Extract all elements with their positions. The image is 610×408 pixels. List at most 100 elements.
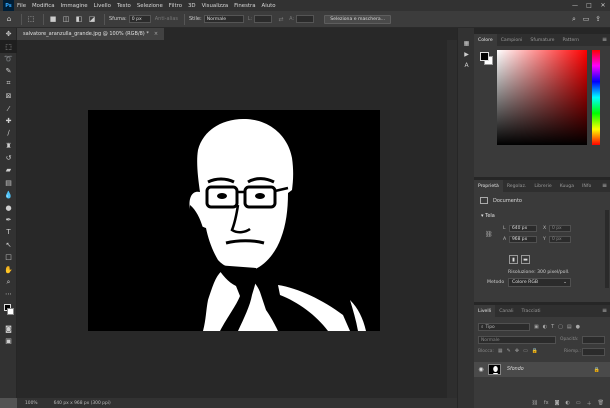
foreground-color-swatch[interactable] (480, 52, 489, 61)
pen-icon[interactable]: ✒ (0, 214, 17, 226)
menu-item-3d[interactable]: 3D (185, 3, 199, 9)
canvas-scrollbar[interactable] (447, 40, 457, 398)
intersect-selection-icon[interactable]: ◪ (87, 14, 97, 24)
visibility-eye-icon[interactable]: ◉ (474, 366, 488, 373)
fill-field[interactable] (582, 348, 605, 356)
tab-colore[interactable]: Colore (474, 34, 497, 46)
hand-icon[interactable]: ✋ (0, 263, 17, 275)
document-tab[interactable]: salvatore_aranzulla_grande.jpg @ 100% (R… (17, 28, 165, 40)
color-mode-select[interactable]: Colore RGB ⌄ (508, 278, 571, 287)
lock-all-icon[interactable]: 🔒 (532, 348, 538, 354)
marquee-icon[interactable]: ⬚ (0, 40, 17, 53)
menu-item-visualizza[interactable]: Visualizza (199, 3, 232, 9)
healing-icon[interactable]: ✚ (0, 115, 17, 127)
foreground-background-swatches[interactable] (480, 52, 494, 66)
add-mask-icon[interactable]: ◙ (555, 400, 560, 406)
filter-shape-icon[interactable]: ▢ (558, 324, 563, 330)
eraser-icon[interactable]: ▰ (0, 164, 17, 176)
actions-panel-icon[interactable]: ▶ (458, 49, 475, 60)
more-icon[interactable]: ⋯ (0, 288, 17, 300)
panel-menu-icon[interactable]: ≡ (602, 36, 607, 43)
type-icon[interactable]: T (0, 226, 17, 238)
filter-pixel-icon[interactable]: ▣ (534, 324, 539, 330)
new-group-icon[interactable]: ▭ (576, 400, 581, 406)
character-panel-icon[interactable]: A (458, 60, 475, 71)
tab-pattern[interactable]: Pattern (558, 34, 583, 46)
canvas-section[interactable]: ▾ Tela (481, 213, 495, 219)
rectangle-icon[interactable]: □ (0, 251, 17, 263)
filter-smart-icon[interactable]: ▤ (567, 324, 572, 330)
layer-kind-filter[interactable]: ⌕ Tipo (478, 323, 530, 331)
tab-sfumature[interactable]: Sfumature (526, 34, 558, 46)
panel-menu-icon[interactable]: ≡ (602, 182, 607, 189)
eyedropper-icon[interactable]: ⁄ (0, 102, 17, 114)
menu-item-testo[interactable]: Testo (114, 3, 134, 9)
tab-regolazioni[interactable]: Regolaz. (503, 180, 531, 192)
filter-type-icon[interactable]: T (551, 324, 554, 330)
link-icon[interactable]: ⛓ (485, 231, 493, 238)
close-window-button[interactable]: ✕ (596, 0, 610, 11)
lock-paint-icon[interactable]: ✎ (507, 348, 511, 354)
subtract-selection-icon[interactable]: ◧ (74, 14, 84, 24)
document-info[interactable]: 640 px x 968 px (300 ppi) (46, 401, 119, 406)
landscape-orientation-icon[interactable]: ▬ (521, 255, 530, 264)
layer-style-icon[interactable]: fx (544, 400, 549, 406)
tab-info[interactable]: INfo (578, 180, 595, 192)
quick-select-icon[interactable]: ✎ (0, 65, 17, 77)
zoom-level[interactable]: 100% (17, 401, 46, 406)
gradient-icon[interactable]: ▤ (0, 177, 17, 189)
adjustment-layer-icon[interactable]: ◐ (566, 400, 570, 406)
feather-input[interactable]: 0 px (128, 15, 151, 23)
blur-icon[interactable]: 💧 (0, 189, 17, 201)
tab-tracciati[interactable]: Tracciati (518, 305, 545, 317)
filter-toggle-icon[interactable]: ● (576, 324, 580, 330)
color-swatch-icon[interactable] (0, 301, 17, 323)
history-panel-icon[interactable]: ▦ (458, 38, 475, 49)
portrait-orientation-icon[interactable]: ▮ (509, 255, 518, 264)
menu-item-modifica[interactable]: Modifica (29, 3, 58, 9)
menu-item-immagine[interactable]: Immagine (58, 3, 91, 9)
search-icon[interactable]: ⌕ (569, 14, 579, 24)
menu-item-file[interactable]: File (14, 3, 29, 9)
tab-canali[interactable]: Canali (495, 305, 517, 317)
canvas-area[interactable] (17, 40, 447, 398)
lock-move-icon[interactable]: ✥ (515, 348, 519, 354)
antialias-checkbox[interactable]: Anti-alias (155, 16, 178, 22)
link-layers-icon[interactable]: ⛓ (532, 400, 538, 406)
tab-proprieta[interactable]: Proprietà (474, 180, 503, 192)
dodge-icon[interactable]: ● (0, 201, 17, 213)
lasso-icon[interactable]: ➰ (0, 53, 17, 65)
mask-icon[interactable]: ◙ (0, 323, 17, 335)
tab-campioni[interactable]: Campioni (497, 34, 527, 46)
close-tab-icon[interactable]: × (154, 31, 158, 37)
tab-librerie[interactable]: Librerie (530, 180, 555, 192)
document-canvas[interactable] (88, 110, 380, 331)
blend-mode-select[interactable]: Normale (478, 336, 556, 344)
history-brush-icon[interactable]: ↺ (0, 152, 17, 164)
move-icon[interactable]: ✥ (0, 28, 17, 40)
lock-artboard-icon[interactable]: ▭ (523, 348, 528, 354)
panel-menu-icon[interactable]: ≡ (602, 307, 607, 314)
style-select[interactable]: Normale (203, 15, 244, 23)
workspace-icon[interactable]: ▭ (581, 14, 591, 24)
tab-kuuga[interactable]: Kuuga (556, 180, 578, 192)
brush-icon[interactable]: ∕ (0, 127, 17, 139)
menu-item-filtro[interactable]: Filtro (166, 3, 185, 9)
menu-item-aiuto[interactable]: Aiuto (259, 3, 279, 9)
home-icon[interactable]: ⌂ (4, 14, 14, 24)
filter-adjust-icon[interactable]: ◐ (543, 324, 547, 330)
tab-livelli[interactable]: Livelli (474, 305, 496, 317)
add-selection-icon[interactable]: ◫ (61, 14, 71, 24)
minimize-button[interactable]: — (568, 0, 582, 11)
lock-pixels-icon[interactable]: ▦ (498, 348, 503, 354)
opacity-field[interactable] (582, 336, 605, 344)
canvas-height-field[interactable]: 968 px (509, 236, 537, 243)
swap-icon[interactable]: ⇄ (276, 14, 286, 24)
marquee-preset-icon[interactable]: ⬚ (26, 14, 36, 24)
menu-item-livello[interactable]: Livello (91, 3, 114, 9)
hue-slider[interactable] (592, 50, 600, 145)
width-input[interactable] (254, 15, 273, 23)
canvas-x-field[interactable]: 0 px (549, 225, 571, 232)
properties-scrollbar[interactable] (605, 210, 609, 288)
frame-icon[interactable]: ⊠ (0, 90, 17, 102)
